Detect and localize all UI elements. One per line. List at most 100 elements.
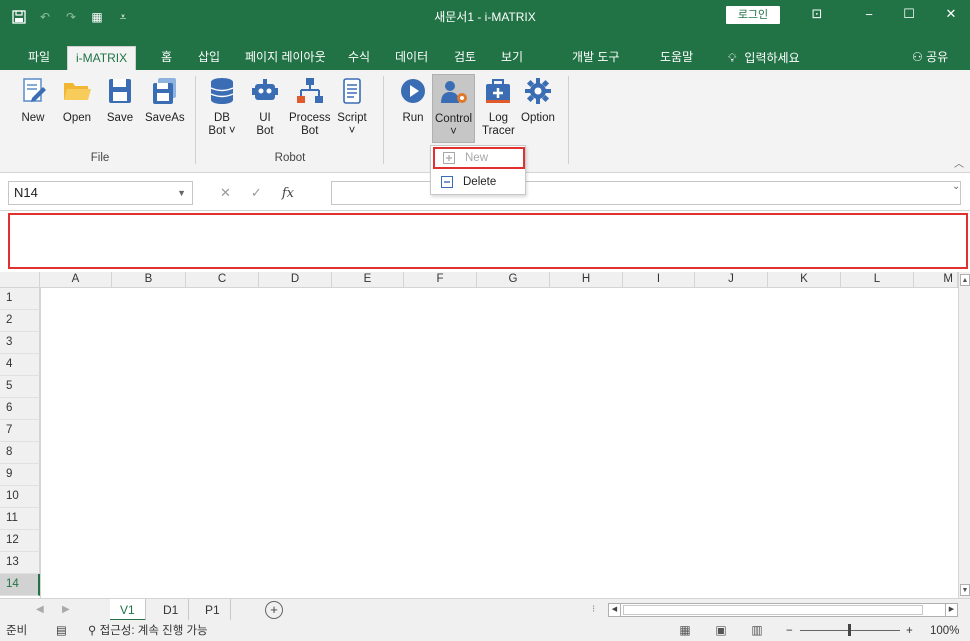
ui-bot-button[interactable]: UI Bot <box>250 76 280 138</box>
row-header[interactable]: 8 <box>0 442 40 464</box>
row-header[interactable]: 11 <box>0 508 40 530</box>
row-header[interactable]: 9 <box>0 464 40 486</box>
tab-insert[interactable]: 삽입 <box>190 46 228 70</box>
run-button[interactable]: Run <box>398 76 428 125</box>
row-header[interactable]: 3 <box>0 332 40 354</box>
column-header[interactable]: B <box>112 272 186 288</box>
formula-input[interactable] <box>331 181 961 205</box>
zoom-in-button[interactable]: + <box>906 623 913 639</box>
insert-function-icon[interactable]: fx <box>282 186 294 201</box>
option-label: Option <box>521 112 555 124</box>
prev-sheet-icon[interactable]: ◀ <box>36 599 44 621</box>
column-header[interactable]: H <box>550 272 623 288</box>
expand-formula-bar-icon[interactable]: ⌄ <box>952 181 960 192</box>
column-header[interactable]: E <box>332 272 404 288</box>
tab-data[interactable]: 데이터 <box>387 46 436 70</box>
add-sheet-icon[interactable]: + <box>265 601 283 619</box>
accessibility-label: 접근성: 계속 진행 가능 <box>99 625 208 637</box>
scroll-thumb[interactable] <box>623 605 923 615</box>
save-button[interactable]: Save <box>105 76 135 125</box>
menu-item-delete[interactable]: Delete <box>433 171 525 193</box>
status-bar: 준비 ▤ ⚲ 접근성: 계속 진행 가능 ▦ ▣ ▥ − + 100% <box>0 620 970 641</box>
next-sheet-icon[interactable]: ▶ <box>62 599 70 621</box>
row-header[interactable]: 6 <box>0 398 40 420</box>
select-all-corner[interactable] <box>0 272 40 288</box>
row-header[interactable]: 12 <box>0 530 40 552</box>
sheet-tab-v1[interactable]: V1 <box>110 599 146 621</box>
sheet-tab-d1[interactable]: D1 <box>153 599 190 621</box>
row-header[interactable]: 1 <box>0 288 40 310</box>
open-button[interactable]: Open <box>62 76 92 125</box>
page-layout-view-icon[interactable]: ▣ <box>712 622 730 638</box>
row-header[interactable]: 10 <box>0 486 40 508</box>
name-box[interactable]: N14 ▼ <box>8 181 193 205</box>
tab-page-layout[interactable]: 페이지 레이아웃 <box>237 46 334 70</box>
collapse-ribbon-icon[interactable]: ︿ <box>954 155 964 170</box>
row-header[interactable]: 5 <box>0 376 40 398</box>
control-button[interactable]: Control ˅ <box>432 74 476 143</box>
new-button[interactable]: New <box>18 76 48 125</box>
worksheet-grid: A B C D E F G H I J K L M 1 2 3 4 5 6 7 … <box>0 272 970 598</box>
normal-view-icon[interactable]: ▦ <box>676 622 694 638</box>
row-header[interactable]: 13 <box>0 552 40 574</box>
option-button[interactable]: Option <box>521 76 555 125</box>
scroll-up-icon[interactable]: ▲ <box>960 274 970 286</box>
scroll-right-icon[interactable]: ▶ <box>945 604 957 616</box>
menu-item-new[interactable]: New <box>433 147 525 169</box>
column-header[interactable]: F <box>404 272 477 288</box>
vertical-scrollbar[interactable]: ▲ ▼ <box>958 272 970 598</box>
menu-item-delete-label: Delete <box>463 176 497 188</box>
chevron-down-icon[interactable]: ▼ <box>177 182 186 204</box>
script-button[interactable]: Script ˅ <box>337 76 367 138</box>
column-header[interactable]: D <box>259 272 332 288</box>
close-icon[interactable]: ✕ <box>932 0 970 28</box>
tab-formulas[interactable]: 수식 <box>340 46 378 70</box>
minimize-icon[interactable]: − <box>850 0 888 28</box>
split-handle-icon[interactable]: ⁝ <box>592 599 595 621</box>
column-header[interactable]: M <box>914 272 958 288</box>
zoom-slider-thumb[interactable] <box>848 624 851 636</box>
column-header[interactable]: A <box>40 272 112 288</box>
horizontal-scrollbar[interactable]: ◀ ▶ <box>608 603 958 617</box>
sheet-tab-p1[interactable]: P1 <box>195 599 231 621</box>
tab-help[interactable]: 도움말 <box>652 46 701 70</box>
title-bar: ↶ ↷ ▦ ⩡ 새문서1 - i-MATRIX 로그인 ⊡ − ☐ ✕ <box>0 0 970 46</box>
column-header[interactable]: L <box>841 272 914 288</box>
login-button[interactable]: 로그인 <box>726 6 780 24</box>
maximize-icon[interactable]: ☐ <box>890 0 928 28</box>
log-tracer-button[interactable]: Log Tracer <box>482 76 515 138</box>
process-bot-button[interactable]: Process Bot <box>289 76 331 138</box>
enter-icon[interactable]: ✓ <box>251 185 262 201</box>
saveas-button[interactable]: SaveAs <box>145 76 185 125</box>
row-header-active[interactable]: 14 <box>0 574 40 596</box>
cell-area[interactable] <box>40 288 958 598</box>
tab-developer[interactable]: 개발 도구 <box>564 46 628 70</box>
cancel-icon[interactable]: ✕ <box>220 185 231 201</box>
scroll-down-icon[interactable]: ▼ <box>960 584 970 596</box>
zoom-out-button[interactable]: − <box>786 623 793 639</box>
row-header[interactable]: 4 <box>0 354 40 376</box>
formula-actions: ✕ ✓ fx <box>220 181 294 205</box>
tab-i-matrix[interactable]: i-MATRIX <box>67 46 137 71</box>
tab-view[interactable]: 보기 <box>493 46 531 70</box>
group-separator <box>568 76 569 164</box>
sheet-stats-icon[interactable]: ▤ <box>56 623 67 639</box>
column-header[interactable]: I <box>623 272 695 288</box>
row-header[interactable]: 7 <box>0 420 40 442</box>
column-header[interactable]: C <box>186 272 259 288</box>
page-break-view-icon[interactable]: ▥ <box>748 622 766 638</box>
column-header[interactable]: G <box>477 272 550 288</box>
scroll-left-icon[interactable]: ◀ <box>609 604 621 616</box>
zoom-level[interactable]: 100% <box>930 623 959 639</box>
tab-file[interactable]: 파일 <box>20 46 58 70</box>
tab-review[interactable]: 검토 <box>446 46 484 70</box>
accessibility-status[interactable]: ⚲ 접근성: 계속 진행 가능 <box>88 623 208 639</box>
row-header[interactable]: 2 <box>0 310 40 332</box>
db-bot-button[interactable]: DB Bot ˅ <box>207 76 237 138</box>
ribbon-display-icon[interactable]: ⊡ <box>798 0 836 28</box>
column-header[interactable]: J <box>695 272 768 288</box>
tell-me-search[interactable]: 💡︎ 입력하세요 <box>728 46 800 70</box>
column-header[interactable]: K <box>768 272 841 288</box>
share-button[interactable]: ⚇ 공유 <box>912 46 948 70</box>
tab-home[interactable]: 홈 <box>153 46 180 70</box>
